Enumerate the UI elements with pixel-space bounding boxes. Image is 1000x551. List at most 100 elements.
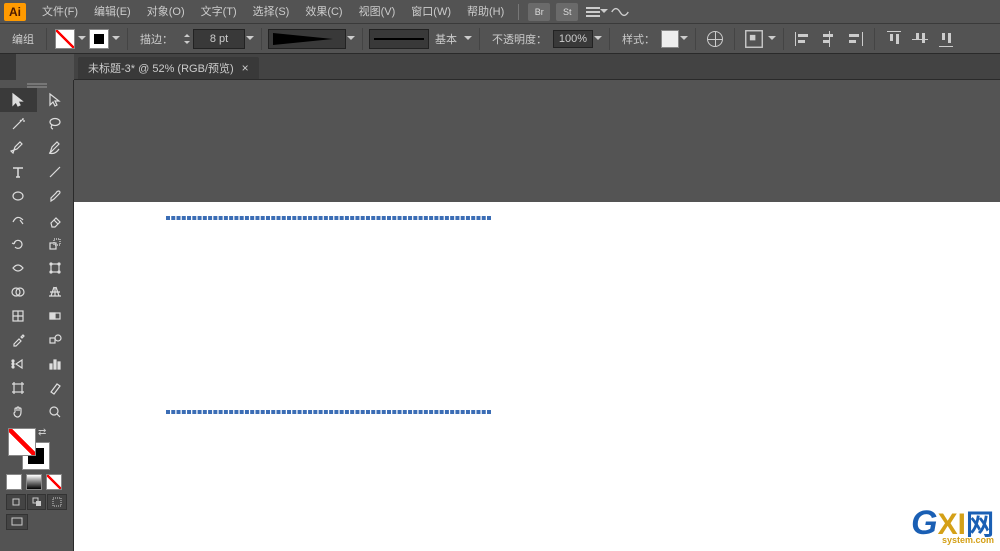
menu-select[interactable]: 选择(S) <box>245 0 298 24</box>
selection-tool[interactable] <box>0 88 37 112</box>
screen-mode-icon[interactable] <box>6 514 28 530</box>
document-tabbar: 未标题-3* @ 52% (RGB/预览) × <box>74 54 1000 80</box>
align-left-icon[interactable] <box>792 28 814 50</box>
bridge-icon[interactable]: Br <box>528 3 550 21</box>
type-tool[interactable] <box>0 160 37 184</box>
draw-inside-icon[interactable] <box>47 494 67 510</box>
stroke-swatch[interactable] <box>89 29 109 49</box>
close-icon[interactable]: × <box>242 61 249 75</box>
profile-preview[interactable] <box>268 29 346 49</box>
draw-mode-row <box>0 492 73 512</box>
shape-builder-tool[interactable] <box>0 280 37 304</box>
color-solid-icon[interactable] <box>6 474 22 490</box>
app-logo: Ai <box>4 3 26 21</box>
menu-object[interactable]: 对象(O) <box>139 0 193 24</box>
color-none-icon[interactable] <box>46 474 62 490</box>
separator <box>362 28 363 50</box>
fill-proxy[interactable] <box>8 428 36 456</box>
graphic-style-swatch[interactable] <box>661 30 679 48</box>
align-vcenter-icon[interactable] <box>909 28 931 50</box>
menu-edit[interactable]: 编辑(E) <box>86 0 139 24</box>
gradient-tool[interactable] <box>37 304 74 328</box>
swap-fill-stroke-icon[interactable]: ⇄ <box>38 427 46 438</box>
perspective-tool[interactable] <box>37 280 74 304</box>
stroke-weight-dropdown[interactable] <box>245 29 255 49</box>
profile-dropdown[interactable] <box>346 29 356 49</box>
stroke-dropdown[interactable] <box>111 29 121 49</box>
scale-tool[interactable] <box>37 232 74 256</box>
tabbar-handle <box>0 54 16 80</box>
style-label: 样式： <box>616 31 661 47</box>
rotate-tool[interactable] <box>0 232 37 256</box>
opacity-dropdown[interactable] <box>593 29 603 49</box>
blend-tool[interactable] <box>37 328 74 352</box>
symbol-sprayer-tool[interactable] <box>0 352 37 376</box>
rectangle-tool[interactable] <box>0 184 37 208</box>
draw-normal-icon[interactable] <box>6 494 26 510</box>
screen-mode-row <box>0 512 73 532</box>
separator <box>783 28 784 50</box>
menu-help[interactable]: 帮助(H) <box>459 0 512 24</box>
hand-tool[interactable] <box>0 400 37 424</box>
artwork-blend[interactable] <box>166 216 491 414</box>
magic-wand-tool[interactable] <box>0 112 37 136</box>
opacity-input[interactable]: 100% <box>553 30 593 48</box>
align-top-icon[interactable] <box>883 28 905 50</box>
line-tool[interactable] <box>37 160 74 184</box>
align-bottom-icon[interactable] <box>935 28 957 50</box>
color-proxy: ⇄ <box>0 424 73 472</box>
shaper-tool[interactable] <box>0 208 37 232</box>
pen-tool[interactable] <box>0 136 37 160</box>
arrange-documents-icon[interactable] <box>583 1 605 23</box>
slice-tool[interactable] <box>37 376 74 400</box>
draw-behind-icon[interactable] <box>27 494 47 510</box>
fill-swatch[interactable] <box>55 29 75 49</box>
width-tool[interactable] <box>0 256 37 280</box>
stroke-spinner[interactable] <box>181 29 193 49</box>
separator <box>46 28 47 50</box>
recolor-icon[interactable] <box>704 28 726 50</box>
lasso-tool[interactable] <box>37 112 74 136</box>
watermark: GXI网 system.com <box>911 503 994 545</box>
separator <box>609 28 610 50</box>
line-brush-icon <box>374 38 424 40</box>
menu-file[interactable]: 文件(F) <box>34 0 86 24</box>
align-right-icon[interactable] <box>844 28 866 50</box>
align-hcenter-icon[interactable] <box>818 28 840 50</box>
separator <box>518 4 519 20</box>
gpu-preview-icon[interactable] <box>609 1 631 23</box>
zoom-tool[interactable] <box>37 400 74 424</box>
column-graph-tool[interactable] <box>37 352 74 376</box>
eyedropper-tool[interactable] <box>0 328 37 352</box>
stroke-weight-input[interactable]: 8 pt <box>193 29 245 49</box>
brush-preview[interactable] <box>369 29 429 49</box>
control-bar: 编组 描边： 8 pt 基本 不透明度： 100% 样式： <box>0 24 1000 54</box>
color-gradient-icon[interactable] <box>26 474 42 490</box>
selection-type-label: 编组 <box>6 31 40 47</box>
menu-type[interactable]: 文字(T) <box>193 0 245 24</box>
stock-icon[interactable]: St <box>556 3 578 21</box>
menu-effect[interactable]: 效果(C) <box>297 0 350 24</box>
separator <box>479 28 480 50</box>
curvature-tool[interactable] <box>37 136 74 160</box>
direct-selection-tool[interactable] <box>37 88 74 112</box>
brush-dropdown[interactable] <box>463 29 473 49</box>
eraser-tool[interactable] <box>37 208 74 232</box>
align-to-icon[interactable] <box>743 28 765 50</box>
document-tab[interactable]: 未标题-3* @ 52% (RGB/预览) × <box>78 57 259 79</box>
menu-window[interactable]: 窗口(W) <box>403 0 459 24</box>
fill-dropdown[interactable] <box>77 29 87 49</box>
panel-handle[interactable] <box>0 80 73 88</box>
canvas[interactable] <box>74 202 1000 551</box>
free-transform-tool[interactable] <box>37 256 74 280</box>
paintbrush-tool[interactable] <box>37 184 74 208</box>
mesh-tool[interactable] <box>0 304 37 328</box>
separator <box>127 28 128 50</box>
style-dropdown[interactable] <box>679 29 689 49</box>
tool-grid <box>0 88 73 424</box>
menu-view[interactable]: 视图(V) <box>351 0 404 24</box>
workspace <box>74 80 1000 551</box>
align-to-dropdown[interactable] <box>767 29 777 49</box>
brush-basic-label: 基本 <box>429 31 463 47</box>
artboard-tool[interactable] <box>0 376 37 400</box>
